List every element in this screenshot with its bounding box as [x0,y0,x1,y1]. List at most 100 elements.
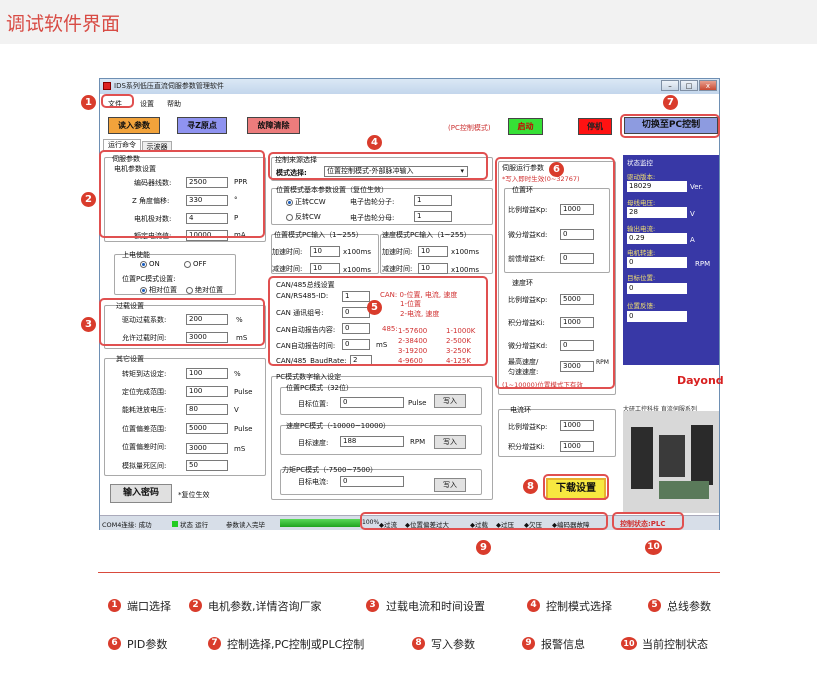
positioning-range-field[interactable]: 100 [186,386,228,397]
target-cur-field[interactable]: 0 [340,476,404,487]
legend-divider [98,572,720,573]
legend-text-8: 写入参数 [431,638,475,651]
page-header: 调试软件界面 [0,0,817,44]
brand-logo: Dayond [677,374,724,387]
pos-dec-field[interactable]: 10 [310,263,340,274]
target-position-label: 目标位置: [627,274,656,282]
target-spd-field[interactable]: 188 [340,436,404,447]
absolute-pos-radio[interactable]: 绝对位置 [186,285,223,295]
write-cur-button[interactable]: 写入 [434,478,466,492]
motor-speed-label: 电机转速: [627,249,656,257]
forward-ccw-radio[interactable]: 正转CCW [286,197,326,207]
find-z-origin-button[interactable]: 寻Z原点 [177,117,227,134]
write-pos-button[interactable]: 写入 [434,394,466,408]
password-note: *复位生效 [178,491,210,499]
callout-5: 5 [367,300,382,315]
position-feedback-label: 位置反馈: [627,302,656,310]
spd-dec-label: 减速时间: [382,265,413,273]
highlight-2 [99,150,265,238]
analog-deadzone-field[interactable]: 50 [186,460,228,471]
brake-voltage-unit: V [234,406,239,414]
callout-1: 1 [81,95,96,110]
highlight-3 [99,298,265,346]
callout-6: 6 [549,162,564,177]
pos-pc-mode-title: 位置PC模式（32位） [286,384,354,392]
trq-pc-mode-title: 力矩PC模式（-7500~7500） [282,466,378,474]
gear-den-field[interactable]: 1 [414,211,452,222]
status-monitor-panel: 状态监控 驱动版本: 18029 Ver. 母线电压: 28 V 输出电流: 0… [623,155,719,365]
com-status: COM4连接: 成功 [102,521,152,529]
start-button[interactable]: 启动 [508,118,543,135]
legend-num-9: 9 [522,637,535,650]
pc-mode-label: (PC控制模式) [448,124,491,132]
window-title: IDS系列低压直流伺服参数管理软件 [114,82,224,90]
legend-num-6: 6 [108,637,121,650]
cur-kp-field[interactable]: 1000 [560,420,594,431]
minimize-button[interactable]: – [661,80,679,91]
read-status: 参数读入完毕 [226,521,265,529]
legend-text-1: 端口选择 [127,600,171,613]
brake-voltage-label: 能耗泄放电压: [122,406,167,414]
menu-settings[interactable]: 设置 [140,99,154,109]
title-bar: IDS系列低压直流伺服参数管理软件 – □ x [100,79,719,94]
menu-help[interactable]: 帮助 [167,99,181,109]
relative-pos-radio[interactable]: 相对位置 [140,285,177,295]
spd-pc-mode-title: 速度PC模式（-10000~10000） [286,422,391,430]
legend-text-3: 过载电流和时间设置 [386,600,485,613]
spd-dec-field[interactable]: 10 [418,263,448,274]
spd-pc-title: 速度模式PC输入（1~255） [382,231,471,239]
pos-dev-time-field[interactable]: 3000 [186,443,228,454]
enter-password-button[interactable]: 输入密码 [110,484,172,503]
callout-8: 8 [523,479,538,494]
stop-button[interactable]: 停机 [578,118,612,135]
output-current-unit: A [690,236,695,244]
pos-acc-unit: x100ms [343,248,371,256]
gear-den-label: 电子齿轮分母: [350,214,395,222]
pos-dev-time-label: 位置偏差时间: [122,443,167,451]
clear-fault-button[interactable]: 故障清除 [247,117,300,134]
legend-text-10: 当前控制状态 [642,638,708,651]
pos-dev-range-label: 位置偏差范围: [122,425,167,433]
enable-on-radio[interactable]: ON [140,260,160,268]
highlight-6 [495,157,615,389]
callout-7: 7 [663,95,678,110]
pos-acc-field[interactable]: 10 [310,246,340,257]
target-pos-label: 目标位置: [298,400,329,408]
highlight-5 [268,276,488,366]
pos-basic-title: 位置模式基本参数设置（复位生效） [276,186,388,194]
target-cur-label: 目标电流: [298,478,329,486]
app-icon [103,82,111,90]
legend-num-7: 7 [208,637,221,650]
brake-voltage-field[interactable]: 80 [186,404,228,415]
target-pos-field[interactable]: 0 [340,397,404,408]
legend-text-2: 电机参数,详情咨询厂家 [208,600,322,613]
spd-acc-unit: x100ms [451,248,479,256]
pos-dec-label: 减速时间: [272,265,303,273]
torque-reach-field[interactable]: 100 [186,368,228,379]
gear-num-label: 电子齿轮分子: [350,198,395,206]
pos-dev-range-field[interactable]: 5000 [186,423,228,434]
close-button[interactable]: x [699,80,717,91]
pos-dev-range-unit: Pulse [234,425,253,433]
motor-speed-unit: RPM [695,260,711,268]
reverse-cw-radio[interactable]: 反转CW [286,212,321,222]
highlight-7 [620,114,720,138]
callout-4: 4 [367,135,382,150]
highlight-8 [543,474,609,500]
other-settings-title: 其它设置 [116,355,144,363]
monitor-title: 状态监控 [627,159,653,167]
legend-num-3: 3 [366,599,379,612]
read-params-button[interactable]: 读入参数 [108,117,160,134]
motor-speed-value: 0 [627,257,687,268]
enable-off-radio[interactable]: OFF [184,260,207,268]
maximize-button[interactable]: □ [680,80,698,91]
spd-acc-field[interactable]: 10 [418,246,448,257]
legend-text-9: 报警信息 [541,638,585,651]
pos-dev-time-unit: mS [234,445,246,453]
page-title: 调试软件界面 [6,13,121,35]
analog-deadzone-label: 模拟量死区间: [122,462,167,470]
cur-ki-field[interactable]: 1000 [560,441,594,452]
gear-num-field[interactable]: 1 [414,195,452,206]
write-spd-button[interactable]: 写入 [434,435,466,449]
pos-dec-unit: x100ms [343,266,371,274]
